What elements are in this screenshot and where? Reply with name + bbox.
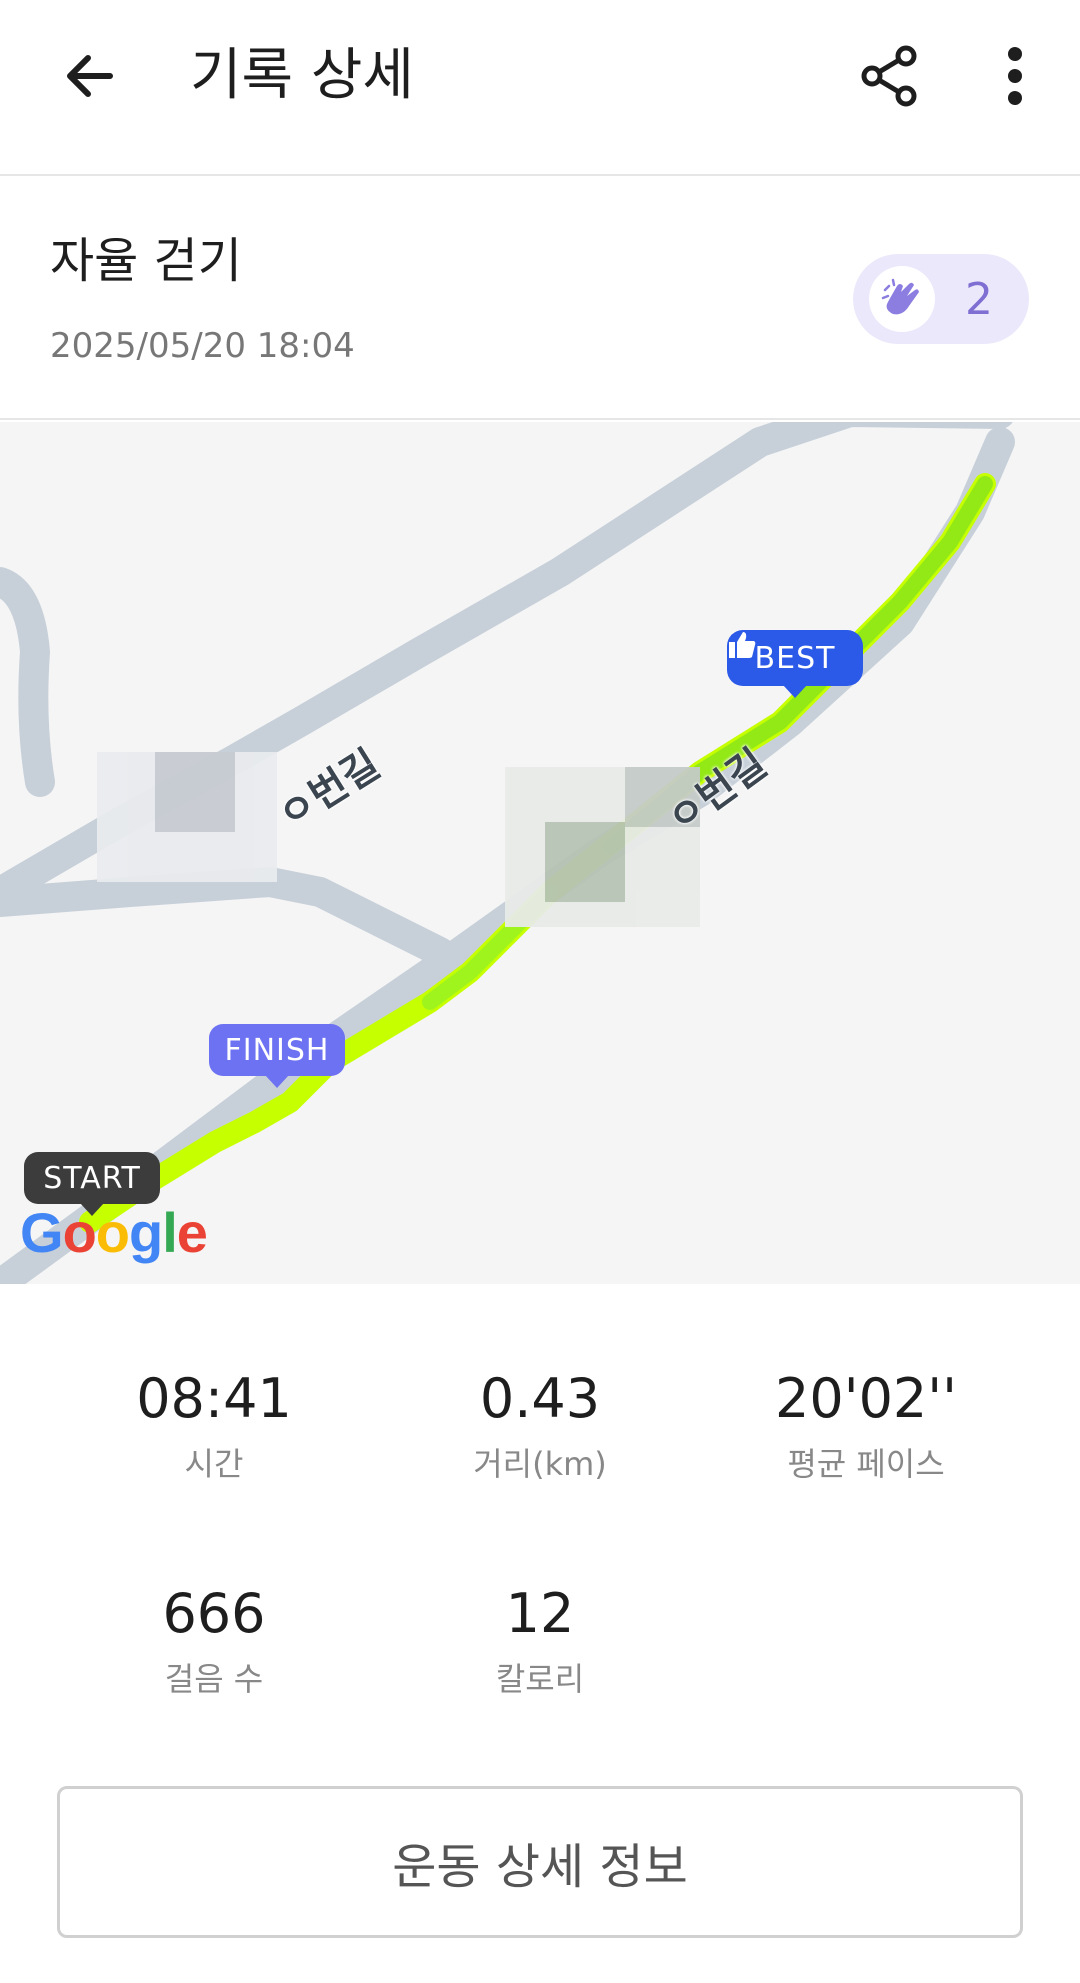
stat-distance-value: 0.43 [479, 1367, 601, 1430]
best-marker-label: BEST [754, 640, 836, 676]
stat-pace-label: 평균 페이스 [787, 1445, 945, 1483]
best-marker[interactable]: BEST [727, 630, 863, 698]
stat-pace-value: 20'02'' [775, 1367, 957, 1430]
stat-steps: 666 걸음 수 [54, 1579, 374, 1701]
stat-time-value: 08:41 [136, 1367, 292, 1430]
stat-time-label: 시간 [184, 1445, 244, 1483]
road-left-branch [0, 567, 55, 797]
stat-calories-label: 칼로리 [495, 1660, 585, 1698]
stat-calories-value: 12 [505, 1582, 575, 1645]
page-title: 기록 상세 [190, 43, 414, 108]
stat-pace: 20'02'' 평균 페이스 [706, 1364, 1026, 1486]
clap-hands-icon [869, 266, 935, 332]
more-vertical-icon [1008, 47, 1022, 105]
road-side [0, 867, 455, 967]
start-marker-label: START [43, 1160, 141, 1196]
back-button[interactable] [50, 36, 130, 116]
share-icon [861, 45, 917, 107]
thumbs-up-icon [729, 632, 756, 658]
app-header: 기록 상세 [0, 0, 1080, 176]
clap-button[interactable]: 2 [853, 254, 1029, 344]
stat-steps-label: 걸음 수 [164, 1660, 264, 1698]
share-button[interactable] [850, 36, 930, 116]
google-attribution-logo: Google [20, 1201, 208, 1264]
stat-calories: 12 칼로리 [380, 1579, 700, 1701]
activity-date: 2025/05/20 18:04 [50, 326, 355, 366]
stat-steps-value: 666 [162, 1582, 266, 1645]
activity-summary: 자율 걷기 2025/05/20 18:04 2 [0, 178, 1080, 420]
workout-stats: 08:41 시간 0.43 거리(km) 20'02'' 평균 페이스 666 … [0, 1284, 1080, 1764]
clap-count: 2 [965, 273, 993, 325]
route-map[interactable]: ㅇ번길 ㅇ번길 BEST FINISH START Google [0, 422, 1080, 1284]
map-canvas [0, 422, 1015, 1284]
back-arrow-icon [67, 55, 113, 97]
finish-marker-label: FINISH [224, 1032, 330, 1068]
finish-marker[interactable]: FINISH [209, 1024, 345, 1088]
activity-name: 자율 걷기 [50, 233, 242, 289]
stat-distance: 0.43 거리(km) [380, 1364, 700, 1486]
more-options-button[interactable] [975, 36, 1055, 116]
stat-distance-label: 거리(km) [473, 1445, 607, 1483]
workout-detail-button[interactable]: 운동 상세 정보 [57, 1786, 1023, 1938]
start-marker[interactable]: START [24, 1152, 160, 1216]
stat-time: 08:41 시간 [54, 1364, 374, 1486]
